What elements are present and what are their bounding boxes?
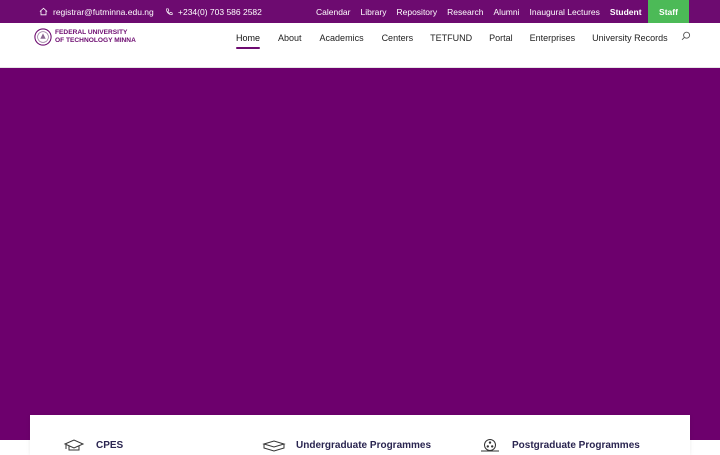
- programme-label[interactable]: Undergraduate Programmes: [296, 440, 431, 451]
- main-nav: Home About Academics Centers TETFUND Por…: [236, 23, 668, 53]
- main-header: FEDERAL UNIVERSITY OF TECHNOLOGY MINNA H…: [0, 23, 720, 68]
- top-link-research[interactable]: Research: [447, 7, 483, 17]
- university-logo[interactable]: FEDERAL UNIVERSITY OF TECHNOLOGY MINNA: [34, 28, 136, 46]
- phone-icon: [166, 7, 173, 15]
- university-name-line1: FEDERAL UNIVERSITY: [55, 29, 128, 36]
- top-link-calendar[interactable]: Calendar: [316, 7, 351, 17]
- top-link-alumni[interactable]: Alumni: [494, 7, 520, 17]
- phone-text[interactable]: +234(0) 703 586 2582: [178, 7, 262, 17]
- university-name: FEDERAL UNIVERSITY OF TECHNOLOGY MINNA: [55, 29, 136, 45]
- staff-button[interactable]: Staff: [648, 0, 689, 23]
- search-icon[interactable]: [681, 31, 691, 41]
- programme-label[interactable]: Postgraduate Programmes: [512, 440, 640, 451]
- nav-tetfund[interactable]: TETFUND: [430, 33, 472, 43]
- nav-home[interactable]: Home: [236, 33, 261, 49]
- nav-centers[interactable]: Centers: [382, 33, 414, 43]
- top-bar: registrar@futminna.edu.ng +234(0) 703 58…: [0, 0, 720, 23]
- phone-contact[interactable]: +234(0) 703 586 2582: [165, 0, 262, 23]
- home-icon: [39, 7, 48, 16]
- nav-portal[interactable]: Portal: [489, 33, 513, 43]
- programmes-card: CPES Undergraduate Programmes Postgradua…: [30, 415, 690, 455]
- email-text[interactable]: registrar@futminna.edu.ng: [53, 7, 154, 17]
- programme-label[interactable]: CPES: [96, 440, 123, 451]
- nav-about[interactable]: About: [278, 33, 302, 43]
- nav-enterprises[interactable]: Enterprises: [530, 33, 576, 43]
- university-seal-icon: [34, 28, 52, 46]
- top-links: Calendar Library Repository Research Alu…: [316, 0, 642, 23]
- university-name-line2: OF TECHNOLOGY MINNA: [55, 37, 136, 44]
- top-link-library[interactable]: Library: [361, 7, 387, 17]
- top-link-inaugural-lectures[interactable]: Inaugural Lectures: [530, 7, 600, 17]
- student-link[interactable]: Student: [610, 7, 642, 17]
- hero-banner: [0, 68, 720, 440]
- top-link-repository[interactable]: Repository: [396, 7, 437, 17]
- email-contact[interactable]: registrar@futminna.edu.ng: [39, 0, 154, 23]
- nav-university-records[interactable]: University Records: [592, 33, 668, 43]
- nav-academics[interactable]: Academics: [320, 33, 364, 43]
